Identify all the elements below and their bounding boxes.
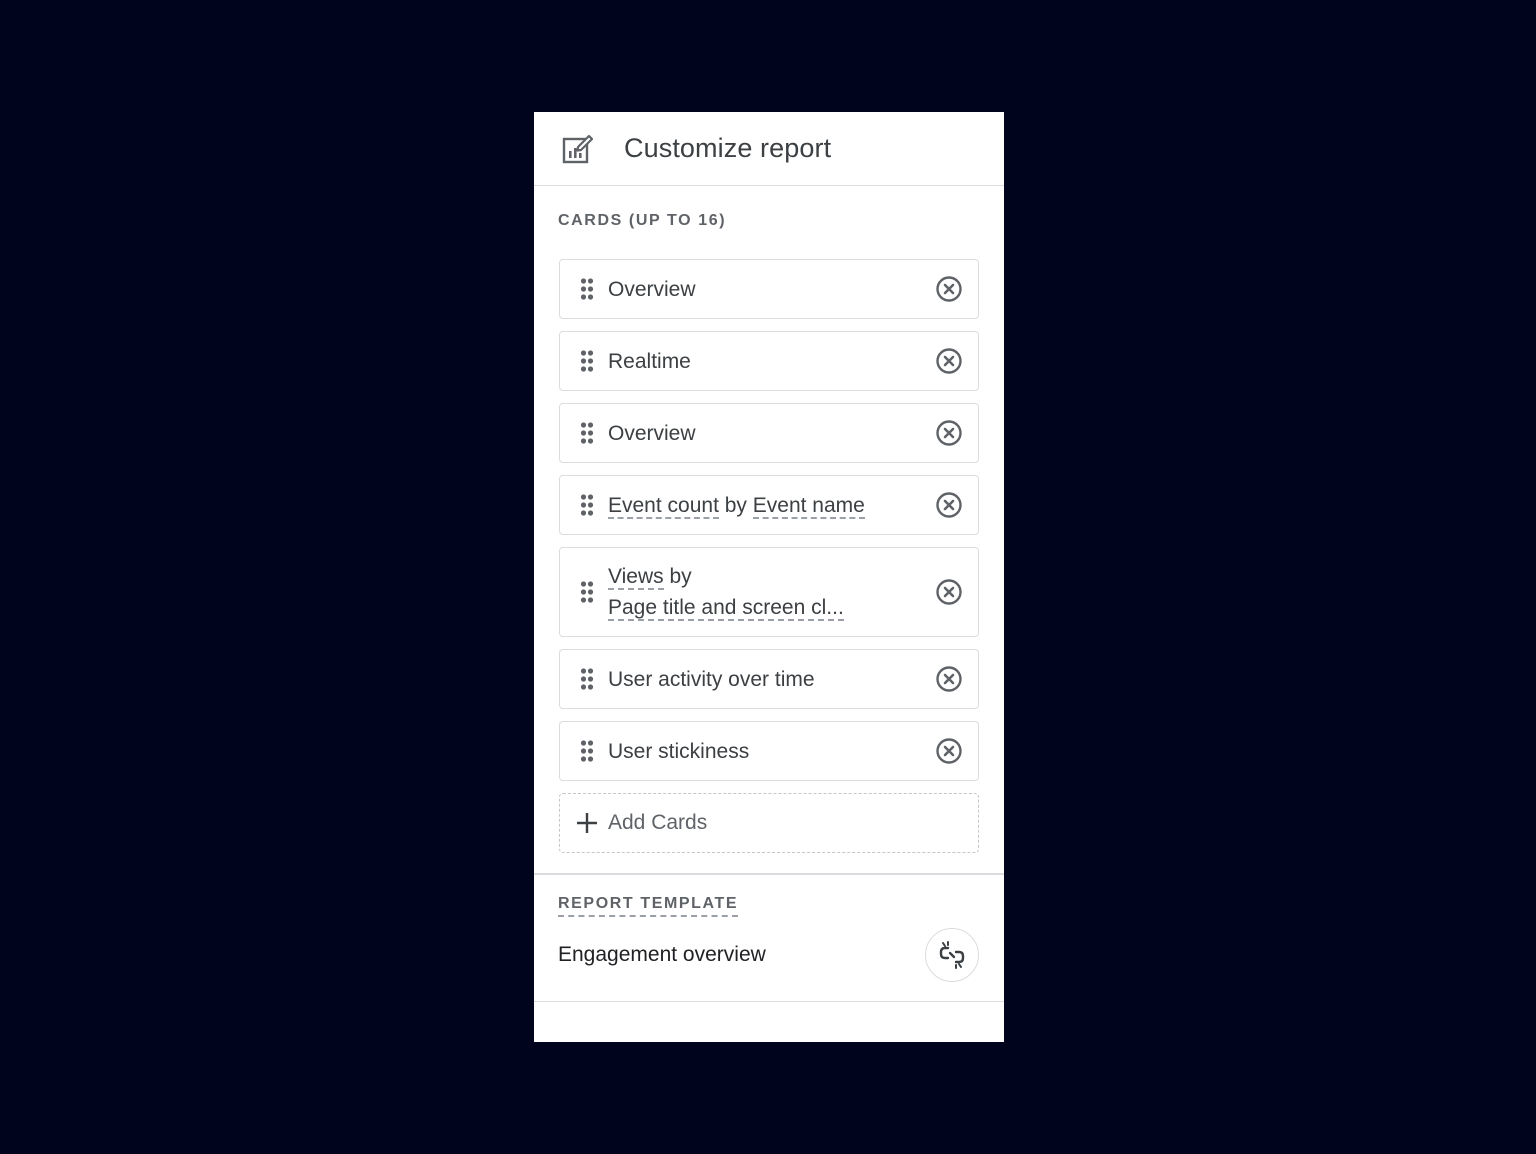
remove-card-button[interactable] <box>934 346 964 376</box>
cards-section-label: CARDS (UP TO 16) <box>558 212 727 229</box>
report-template-label[interactable]: REPORT TEMPLATE <box>558 895 739 917</box>
card-item[interactable]: Overview <box>559 259 979 319</box>
card-label: Event count by Event name <box>608 490 934 521</box>
card-item[interactable]: Realtime <box>559 331 979 391</box>
card-label: Overview <box>608 421 696 445</box>
close-circle-icon <box>936 666 962 692</box>
unlink-template-button[interactable] <box>925 928 979 982</box>
remove-card-button[interactable] <box>934 418 964 448</box>
add-cards-button[interactable]: Add Cards <box>559 793 979 853</box>
report-template-name: Engagement overview <box>558 943 766 966</box>
drag-handle-icon[interactable] <box>580 668 594 690</box>
card-label: Overview <box>608 277 696 301</box>
customize-report-panel: Customize report CARDS (UP TO 16) Overvi… <box>534 112 1004 1042</box>
remove-card-button[interactable] <box>934 736 964 766</box>
drag-handle-icon[interactable] <box>580 581 594 603</box>
remove-card-button[interactable] <box>934 577 964 607</box>
card-label: Views by Page title and screen cl... <box>608 561 934 623</box>
close-circle-icon <box>936 420 962 446</box>
drag-handle-icon[interactable] <box>580 494 594 516</box>
drag-handle-icon[interactable] <box>580 278 594 300</box>
unlink-icon <box>939 941 965 969</box>
card-label: Realtime <box>608 349 691 373</box>
remove-card-button[interactable] <box>934 274 964 304</box>
dimension-term[interactable]: Event name <box>752 493 865 519</box>
card-item[interactable]: User activity over time <box>559 649 979 709</box>
card-label: User activity over time <box>608 667 815 691</box>
card-item[interactable]: Overview <box>559 403 979 463</box>
panel-header: Customize report <box>534 112 1004 186</box>
drag-handle-icon[interactable] <box>580 422 594 444</box>
metric-term[interactable]: Event count <box>608 493 719 519</box>
close-circle-icon <box>936 348 962 374</box>
close-circle-icon <box>936 738 962 764</box>
cards-section: CARDS (UP TO 16) Overview Realtime Overv… <box>534 186 1004 874</box>
card-item[interactable]: Views by Page title and screen cl... <box>559 547 979 637</box>
card-label: User stickiness <box>608 739 750 763</box>
drag-handle-icon[interactable] <box>580 740 594 762</box>
metric-term[interactable]: Views <box>608 565 664 590</box>
close-circle-icon <box>936 579 962 605</box>
close-circle-icon <box>936 276 962 302</box>
add-cards-label: Add Cards <box>608 811 708 834</box>
dimension-term[interactable]: Page title and screen cl... <box>608 596 844 621</box>
connector-text: by <box>718 493 753 517</box>
connector-text: by <box>663 565 692 588</box>
drag-handle-icon[interactable] <box>580 350 594 372</box>
report-template-section: REPORT TEMPLATE Engagement overview <box>534 874 1004 1002</box>
edit-report-icon <box>560 132 594 166</box>
panel-title: Customize report <box>624 133 832 163</box>
remove-card-button[interactable] <box>934 664 964 694</box>
card-item[interactable]: User stickiness <box>559 721 979 781</box>
remove-card-button[interactable] <box>934 490 964 520</box>
close-circle-icon <box>936 492 962 518</box>
plus-icon <box>576 812 598 834</box>
card-item[interactable]: Event count by Event name <box>559 475 979 535</box>
